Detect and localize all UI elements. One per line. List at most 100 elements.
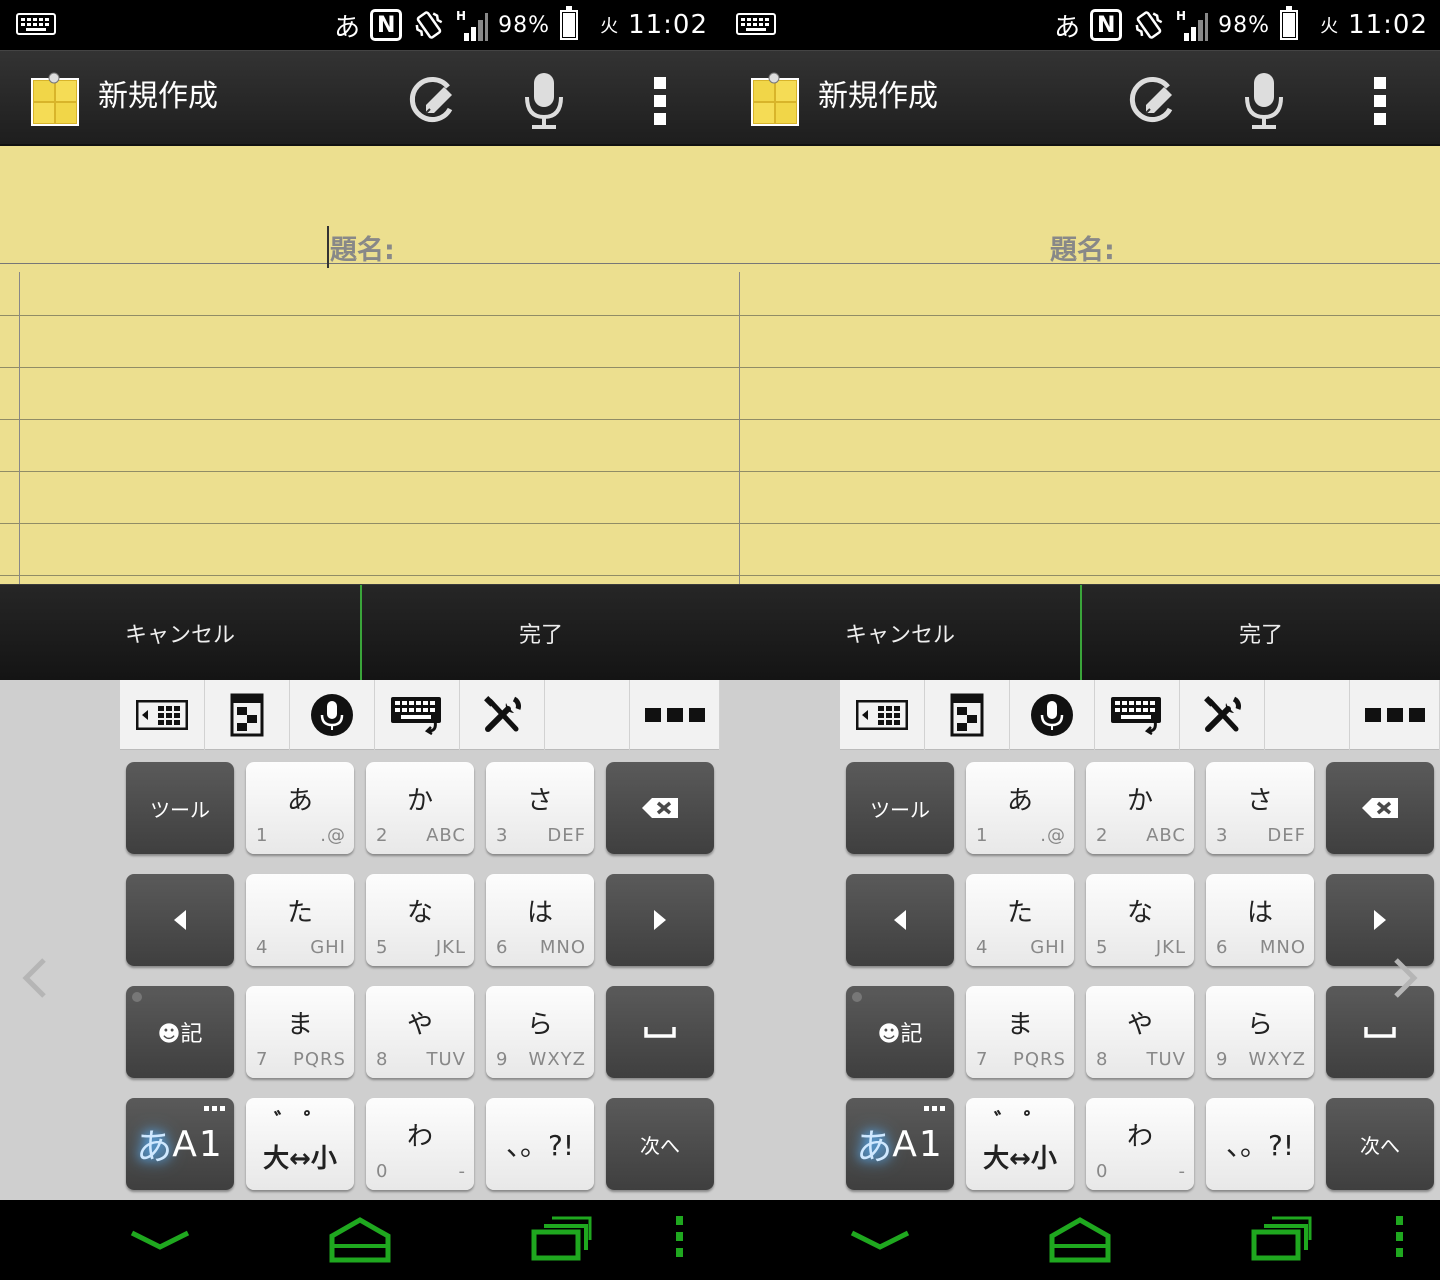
key-2-1[interactable]: ま 7 PQRS — [966, 986, 1074, 1078]
back-button[interactable] — [840, 1210, 920, 1270]
key-1-4[interactable] — [1326, 874, 1434, 966]
kb-tool-settings[interactable] — [1180, 680, 1265, 750]
cancel-button[interactable]: キャンセル — [720, 585, 1080, 681]
key-1-3[interactable]: は 6 MNO — [1206, 874, 1314, 966]
key-0-4[interactable] — [1326, 762, 1434, 854]
key-indicator-dot — [852, 992, 862, 1002]
key-letters: - — [1178, 1161, 1186, 1182]
key-1-2[interactable]: な 5 JKL — [366, 874, 474, 966]
key-letters: ABC — [1146, 825, 1186, 846]
recent-apps-button[interactable] — [522, 1210, 602, 1270]
key-0-0[interactable]: ツール — [126, 762, 234, 854]
pencil-circle-icon — [1129, 77, 1173, 122]
key-number: 8 — [376, 1049, 388, 1070]
key-0-3[interactable]: さ 3 DEF — [1206, 762, 1314, 854]
ime-indicator: あ — [334, 12, 361, 43]
key-0-1[interactable]: あ 1 .@ — [246, 762, 354, 854]
key-0-2[interactable]: か 2 ABC — [366, 762, 474, 854]
kb-tool-voice[interactable] — [1010, 680, 1095, 750]
key-3-2[interactable]: わ0 - — [1086, 1098, 1194, 1190]
done-button[interactable]: 完了 — [360, 585, 720, 681]
recent-apps-button[interactable] — [1242, 1210, 1322, 1270]
handwriting-button[interactable] — [400, 69, 464, 133]
key-3-3[interactable]: 、。?! — [1206, 1098, 1314, 1190]
key-2-0[interactable]: ☻記 — [126, 986, 234, 1078]
key-1-0[interactable] — [126, 874, 234, 966]
kb-tool-split[interactable] — [205, 680, 290, 750]
key-1-4[interactable] — [606, 874, 714, 966]
key-3-3[interactable]: 、。?! — [486, 1098, 594, 1190]
key-3-4[interactable]: 次へ — [606, 1098, 714, 1190]
key-3-4[interactable]: 次へ — [1326, 1098, 1434, 1190]
note-title-area[interactable]: 題名: — [720, 146, 1440, 266]
back-button[interactable] — [120, 1210, 200, 1270]
key-0-2[interactable]: か 2 ABC — [1086, 762, 1194, 854]
voice-input-button[interactable] — [512, 69, 576, 133]
menu-button[interactable] — [640, 1210, 720, 1270]
voice-input-button[interactable] — [1232, 69, 1296, 133]
done-button[interactable]: 完了 — [1080, 585, 1440, 681]
app-notepad-icon[interactable] — [748, 71, 804, 127]
key-1-1[interactable]: た 4 GHI — [966, 874, 1074, 966]
key-3-0[interactable]: あ A1 — [126, 1098, 234, 1190]
kb-tool-settings[interactable] — [460, 680, 545, 750]
home-icon — [329, 1217, 391, 1263]
overflow-menu-button[interactable] — [1348, 69, 1412, 133]
key-1-0[interactable] — [846, 874, 954, 966]
chevron-left-icon[interactable] — [14, 956, 54, 1000]
key-dakuten-label: ゛ ゜ — [994, 1110, 1046, 1135]
kb-tool-more[interactable] — [630, 680, 720, 750]
key-letters: JKL — [1155, 937, 1186, 958]
kb-tool-voice[interactable] — [290, 680, 375, 750]
key-2-2[interactable]: や 8 TUV — [1086, 986, 1194, 1078]
nfc-icon: N — [1090, 9, 1123, 41]
key-2-4[interactable] — [606, 986, 714, 1078]
tools-icon — [484, 696, 521, 732]
key-3-1[interactable]: ゛ ゜大↔小 — [966, 1098, 1074, 1190]
key-2-2[interactable]: や 8 TUV — [366, 986, 474, 1078]
cancel-button[interactable]: キャンセル — [0, 585, 360, 681]
key-0-0[interactable]: ツール — [846, 762, 954, 854]
key-number: 4 — [256, 937, 268, 958]
key-label: ☻記 — [157, 1022, 203, 1047]
home-button[interactable] — [1040, 1210, 1120, 1270]
key-number: 5 — [376, 937, 388, 958]
key-1-2[interactable]: な 5 JKL — [1086, 874, 1194, 966]
note-title-area[interactable]: 題名: — [0, 146, 720, 268]
key-2-3[interactable]: ら 9 WXYZ — [486, 986, 594, 1078]
kb-tool-split[interactable] — [925, 680, 1010, 750]
chevron-right-icon[interactable] — [1386, 956, 1426, 1000]
kb-tool-keyboard-switch[interactable] — [1095, 680, 1180, 750]
key-label: 、。?! — [1225, 1129, 1295, 1162]
handwriting-button[interactable] — [1120, 69, 1184, 133]
overflow-menu-button[interactable] — [628, 69, 692, 133]
home-button[interactable] — [320, 1210, 400, 1270]
note-body[interactable]: 題名: — [720, 146, 1440, 584]
key-number: 9 — [1216, 1049, 1228, 1070]
key-1-3[interactable]: は 6 MNO — [486, 874, 594, 966]
key-letters: - — [458, 1161, 466, 1182]
backspace-icon — [642, 798, 678, 818]
key-0-4[interactable] — [606, 762, 714, 854]
key-number: 5 — [1096, 937, 1108, 958]
key-2-3[interactable]: ら 9 WXYZ — [1206, 986, 1314, 1078]
menu-button[interactable] — [1360, 1210, 1440, 1270]
more-horizontal-icon — [1364, 708, 1425, 722]
recent-apps-icon — [1251, 1216, 1312, 1261]
kb-tool-keyboard-switch[interactable] — [375, 680, 460, 750]
kb-tool-layout[interactable] — [120, 680, 205, 750]
key-number: 1 — [256, 825, 268, 846]
key-2-1[interactable]: ま 7 PQRS — [246, 986, 354, 1078]
key-1-1[interactable]: た 4 GHI — [246, 874, 354, 966]
note-body[interactable]: 題名: — [0, 146, 720, 584]
back-chevron-icon — [850, 1230, 910, 1250]
key-3-0[interactable]: あ A1 — [846, 1098, 954, 1190]
key-0-3[interactable]: さ 3 DEF — [486, 762, 594, 854]
app-notepad-icon[interactable] — [28, 71, 84, 127]
kb-tool-more[interactable] — [1350, 680, 1440, 750]
kb-tool-layout[interactable] — [840, 680, 925, 750]
key-3-2[interactable]: わ0 - — [366, 1098, 474, 1190]
key-2-0[interactable]: ☻記 — [846, 986, 954, 1078]
key-0-1[interactable]: あ 1 .@ — [966, 762, 1074, 854]
key-3-1[interactable]: ゛ ゜大↔小 — [246, 1098, 354, 1190]
